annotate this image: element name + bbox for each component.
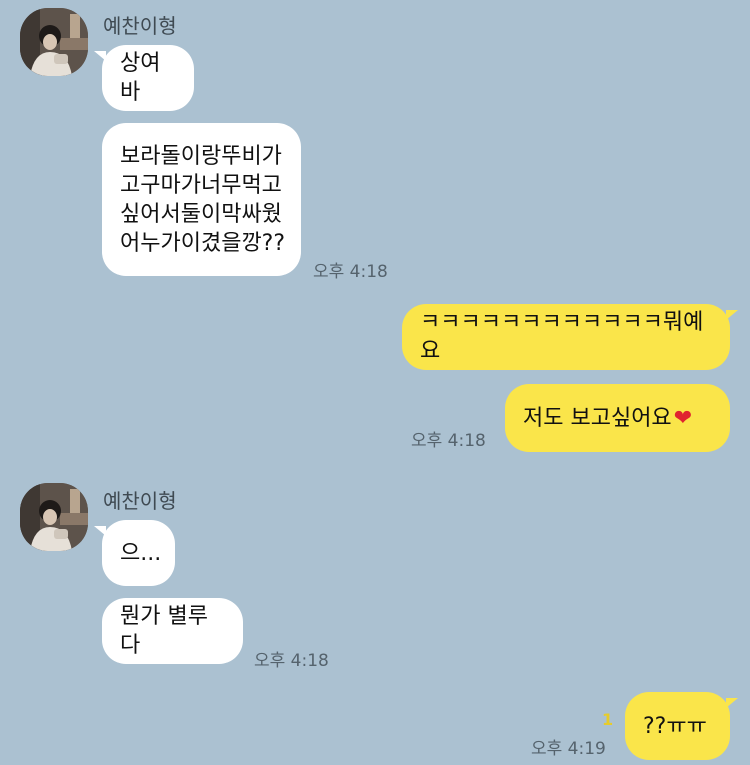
bubble-tail <box>726 310 738 320</box>
incoming-message[interactable]: 으... <box>102 520 175 586</box>
sender-name: 예찬이형 <box>103 14 177 38</box>
red-heart-emoji-icon: ❤ <box>673 405 693 431</box>
sender-name: 예찬이형 <box>103 489 177 513</box>
incoming-message[interactable]: 보라돌이랑뚜비가 고구마가너무먹고 싶어서둘이막싸웠 어누가이겼을깡?? <box>102 123 301 276</box>
outgoing-message[interactable]: ??ㅠㅠ <box>625 692 730 760</box>
incoming-message[interactable]: 뭔가 별루다 <box>102 598 243 664</box>
message-time: 오후 4:19 <box>531 739 606 759</box>
chat-area: 예찬이형 상여바 보라돌이랑뚜비가 고구마가너무먹고 싶어서둘이막싸웠 어누가이… <box>0 0 750 765</box>
sender-avatar[interactable] <box>20 483 88 551</box>
incoming-message[interactable]: 상여바 <box>102 45 194 111</box>
outgoing-message[interactable]: 저도 보고싶어요 ❤ <box>505 384 730 452</box>
outgoing-message[interactable]: ㅋㅋㅋㅋㅋㅋㅋㅋㅋㅋㅋㅋ뭐예요 <box>402 304 730 370</box>
unread-count-badge: 1 <box>602 710 614 729</box>
message-time: 오후 4:18 <box>313 262 388 282</box>
message-text: 저도 보고싶어요 <box>523 405 672 431</box>
message-time: 오후 4:18 <box>411 431 486 451</box>
sender-avatar[interactable] <box>20 8 88 76</box>
message-time: 오후 4:18 <box>254 651 329 671</box>
bubble-tail <box>726 698 738 708</box>
